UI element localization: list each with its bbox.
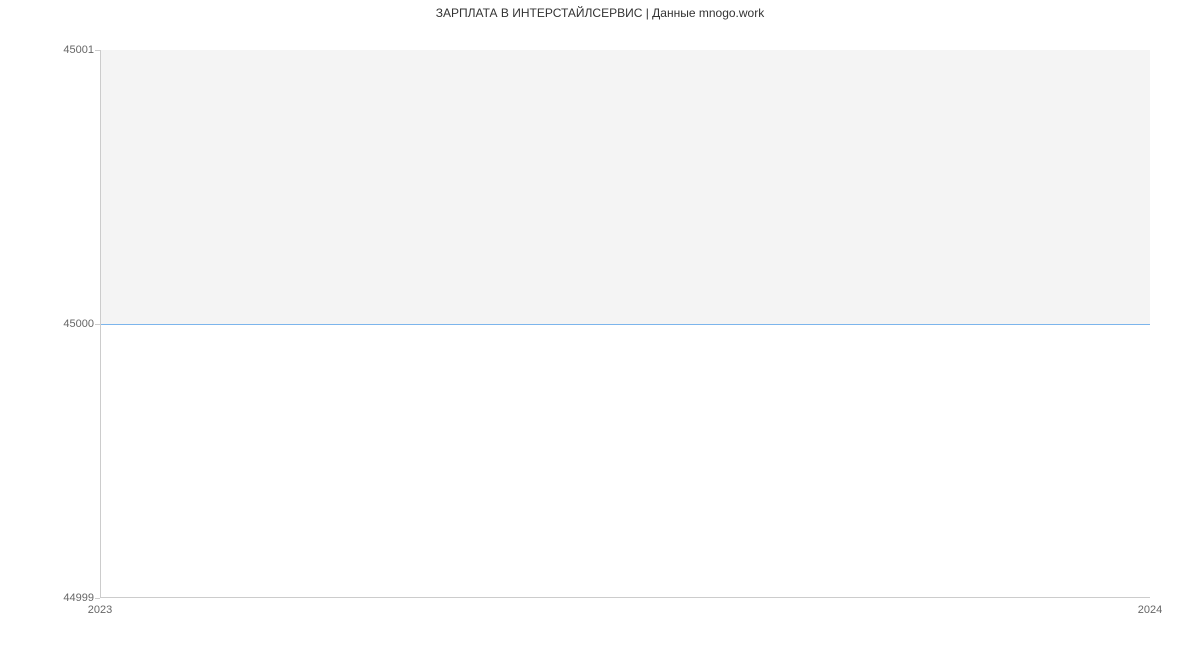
y-tick-mark — [95, 598, 100, 599]
y-tick-label-mid: 45000 — [4, 318, 94, 330]
chart-container: ЗАРПЛАТА В ИНТЕРСТАЙЛСЕРВИС | Данные mno… — [0, 0, 1200, 650]
y-tick-label-top: 45001 — [4, 44, 94, 56]
plot-area — [100, 50, 1150, 598]
chart-title: ЗАРПЛАТА В ИНТЕРСТАЙЛСЕРВИС | Данные mno… — [0, 6, 1200, 20]
y-tick-label-bottom: 44999 — [4, 592, 94, 604]
x-tick-label-right: 2024 — [1138, 604, 1162, 616]
series-line — [101, 324, 1150, 325]
x-tick-label-left: 2023 — [88, 604, 112, 616]
area-fill — [101, 50, 1150, 324]
